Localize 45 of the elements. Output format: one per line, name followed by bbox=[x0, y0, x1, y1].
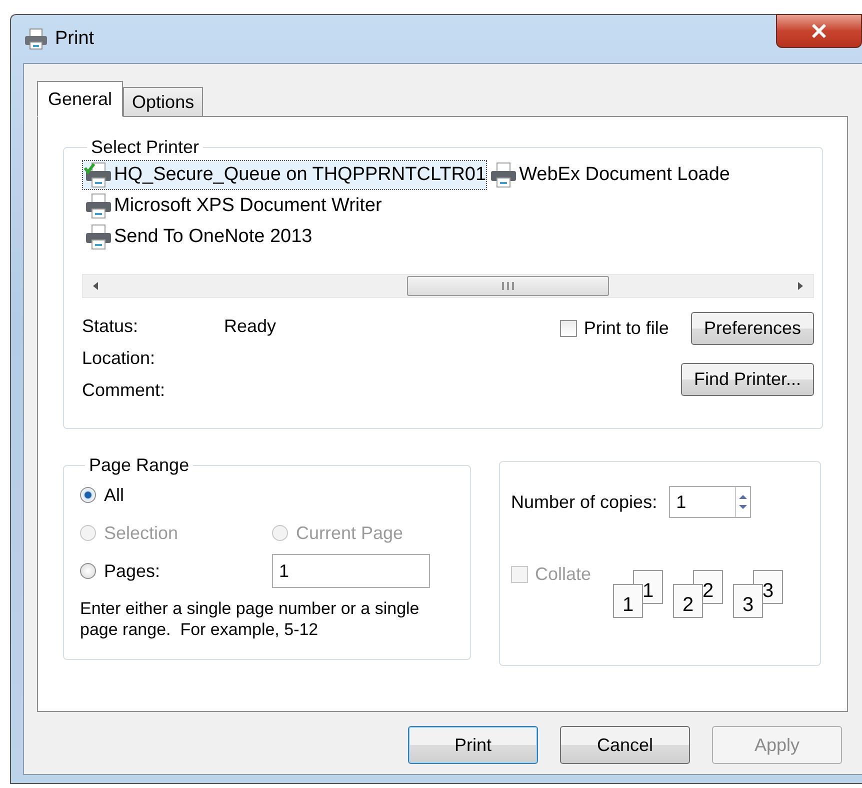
page-sheet: 1 bbox=[613, 584, 644, 618]
checkbox-label: Print to file bbox=[584, 318, 669, 339]
radio-label: Pages: bbox=[104, 560, 160, 582]
printer-check-icon bbox=[83, 162, 113, 188]
close-button[interactable] bbox=[776, 14, 862, 48]
group-title: Page Range bbox=[88, 455, 190, 476]
status-value: Ready bbox=[224, 316, 276, 336]
copies-spinner[interactable]: 1 bbox=[669, 486, 752, 518]
scrollbar-thumb[interactable] bbox=[407, 276, 609, 296]
checkbox[interactable] bbox=[560, 320, 577, 337]
radio-label: Current Page bbox=[296, 522, 404, 544]
printer-icon bbox=[23, 27, 49, 51]
printer-item[interactable]: Microsoft XPS Document Writer bbox=[82, 191, 488, 221]
preferences-button[interactable]: Preferences bbox=[690, 312, 814, 345]
grip-icon bbox=[501, 282, 515, 290]
hint-text: Enter either a single page number or a single page range. For example, 5-12 bbox=[80, 598, 420, 640]
page-sheet: 2 bbox=[673, 584, 704, 618]
printer-icon bbox=[83, 193, 113, 219]
dialog-button[interactable]: Cancel bbox=[560, 726, 690, 764]
right-arrow-icon bbox=[795, 281, 805, 291]
copies-label: Number of copies: bbox=[511, 492, 658, 512]
printer-icon bbox=[83, 224, 113, 250]
radio-button[interactable] bbox=[80, 487, 96, 503]
page-sheet: 3 bbox=[733, 584, 764, 618]
printer-icon bbox=[488, 162, 518, 188]
comment-label: Comment: bbox=[82, 380, 166, 400]
printer-item[interactable]: HQ_Secure_Queue on THQPPRNTCLTR01 bbox=[82, 160, 488, 190]
pages-field[interactable]: 1 bbox=[272, 554, 430, 588]
dialog-button[interactable]: Print bbox=[408, 726, 538, 764]
find-printer-button[interactable]: Find Printer... bbox=[680, 363, 814, 396]
tab[interactable]: General bbox=[37, 81, 124, 117]
printer-item[interactable]: Send To OneNote 2013 bbox=[82, 222, 488, 252]
radio-button[interactable] bbox=[80, 563, 96, 579]
checkbox-label: Collate bbox=[535, 564, 592, 585]
horizontal-scrollbar[interactable] bbox=[82, 274, 814, 298]
window-title: Print bbox=[55, 28, 94, 50]
group-title: Select Printer bbox=[90, 137, 200, 158]
printer-item[interactable]: WebEx Document Loade bbox=[487, 160, 731, 190]
close-icon bbox=[811, 24, 827, 38]
radio-label: Selection bbox=[104, 522, 178, 544]
radio-label: All bbox=[104, 484, 124, 506]
status-label: Status: bbox=[82, 316, 140, 336]
tab[interactable]: Options bbox=[123, 87, 204, 117]
location-label: Location: bbox=[82, 348, 156, 368]
left-arrow-icon bbox=[91, 281, 101, 291]
